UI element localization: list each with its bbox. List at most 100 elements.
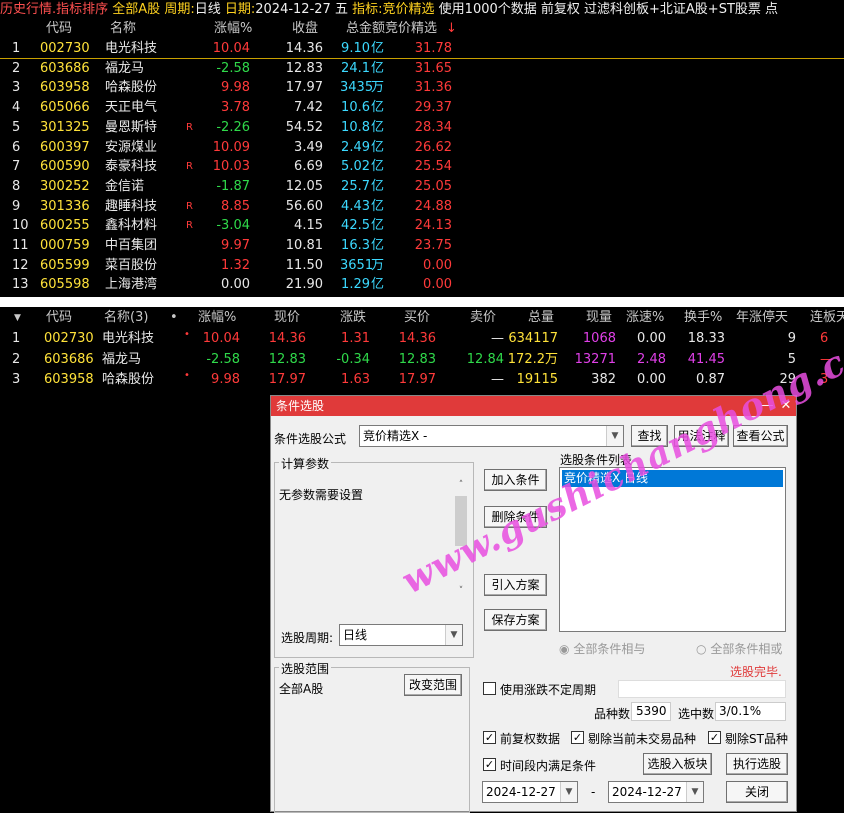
col-speed[interactable]: 涨速% <box>626 308 664 328</box>
save-scheme-button[interactable]: 保存方案 <box>484 609 547 631</box>
stock-code: 603686 <box>44 351 94 367</box>
chevron-down-icon[interactable]: ▼ <box>560 782 577 802</box>
table-row[interactable]: 8 300252 金信诺 -1.87 12.05 25.7 亿 25.05 <box>0 177 844 197</box>
period-select[interactable]: 日线 ▼ <box>339 624 463 646</box>
table-row[interactable]: 1 002730 电光科技 10.04 14.36 9.10 亿 31.78 <box>0 39 844 59</box>
col-lb[interactable]: 连板天 <box>810 308 844 328</box>
chevron-down-icon[interactable]: ▼ <box>445 625 462 645</box>
period-condition-checkbox[interactable]: ✓ <box>483 758 496 771</box>
scroll-up-icon[interactable]: ˄ <box>454 480 468 494</box>
st-checkbox[interactable]: ✓ <box>708 731 721 744</box>
col-name[interactable]: 名称 <box>110 19 136 39</box>
close-price: 6.69 <box>294 159 323 175</box>
col-ask[interactable]: 卖价 <box>470 308 496 328</box>
scroll-thumb[interactable] <box>455 496 467 546</box>
quote-table: ▼ 代码 名称(3) • 涨幅% 现价 涨跌 买价 卖价 总量 现量 涨速% 换… <box>0 308 844 398</box>
amount-value: 2.49 <box>341 139 370 155</box>
table-row[interactable]: 12 605599 菜百股份 1.32 11.50 3651 万 0.00 <box>0 256 844 276</box>
col-price[interactable]: 现价 <box>274 308 300 328</box>
scroll-down-icon[interactable]: ˅ <box>454 586 468 600</box>
indicator-score: 23.75 <box>414 238 452 253</box>
chevron-down-icon[interactable]: ▼ <box>606 426 623 446</box>
table-row[interactable]: 1 002730 电光科技 • 10.04 14.36 1.31 14.36—634117 10… <box>0 329 844 349</box>
add-condition-button[interactable]: 加入条件 <box>484 469 547 491</box>
fq-checkbox[interactable]: ✓ <box>483 731 496 744</box>
col-bid[interactable]: 买价 <box>404 308 430 328</box>
list-item[interactable]: 竞价精选X 日线 <box>562 470 783 487</box>
delete-condition-button[interactable]: 删除条件 <box>484 506 547 528</box>
col-close[interactable]: 收盘 <box>292 19 318 39</box>
params-text: 无参数需要设置 <box>279 488 364 502</box>
speed-pct: 0.00 <box>637 372 666 387</box>
col-pct[interactable]: 涨幅% <box>214 19 252 39</box>
current-volume: 1068 <box>582 331 616 346</box>
pct-change: 9.97 <box>221 238 250 253</box>
table-row[interactable]: 3 603958 哈森股份 • 9.98 17.97 1.63 17.97—19115 382 0… <box>0 370 844 390</box>
row-index: 10 <box>12 218 29 234</box>
col-score[interactable]: 竞价精选 <box>385 19 437 39</box>
condition-list[interactable]: 竞价精选X 日线 <box>559 467 786 632</box>
close-price: 4.15 <box>294 218 323 234</box>
close-button[interactable]: 关闭 <box>726 781 788 803</box>
table-row[interactable]: 10 600255 鑫科材料 R -3.04 4.15 42.5 亿 24.13 <box>0 216 844 236</box>
col-days[interactable]: 年涨停天 <box>736 308 788 328</box>
table-row[interactable]: 2 603686 福龙马 -2.58 12.83 24.1 亿 31.65 <box>0 59 844 79</box>
close-price: 3.49 <box>294 139 323 155</box>
col-pct[interactable]: 涨幅% <box>198 308 236 328</box>
find-button[interactable]: 查找 <box>631 425 668 447</box>
table-row[interactable]: 9 301336 趣睡科技 R 8.85 56.60 4.43 亿 24.88 <box>0 197 844 217</box>
close-icon[interactable]: ✕ <box>778 396 794 416</box>
col-vol[interactable]: 总量 <box>528 308 554 328</box>
indicator-score: 28.34 <box>414 119 452 135</box>
import-scheme-button[interactable]: 引入方案 <box>484 574 547 596</box>
radio-and[interactable]: ◉ 全部条件相与 <box>559 640 645 657</box>
ask-price: 12.84 <box>466 351 504 367</box>
col-cur[interactable]: 现量 <box>586 308 612 328</box>
table-row[interactable]: 2 603686 福龙马 -2.58 12.83 -0.34 12.83 12.84 172.2… <box>0 350 844 370</box>
radio-or[interactable]: ○ 全部条件相或 <box>696 640 782 657</box>
radio-icon[interactable]: ◉ <box>559 642 569 656</box>
table-row[interactable]: 5 301325 曼恩斯特 R -2.26 54.52 10.8 亿 28.34 <box>0 118 844 138</box>
table-row[interactable]: 13 605598 上海港湾 0.00 21.90 1.29 亿 0.00 <box>0 275 844 295</box>
add-to-block-button[interactable]: 选股入板块 <box>643 753 712 775</box>
minimize-icon[interactable]: — <box>759 396 775 416</box>
amount-unit: 万 <box>371 257 385 273</box>
col-name[interactable]: 名称(3) <box>104 308 148 328</box>
table-row[interactable]: 11 000759 中百集团 9.97 10.81 16.3 亿 23.75 <box>0 236 844 256</box>
untraded-checkbox[interactable]: ✓ <box>571 731 584 744</box>
usage-note-button[interactable]: 用法注释 <box>674 425 729 447</box>
col-turn[interactable]: 换手% <box>684 308 722 328</box>
run-screening-button[interactable]: 执行选股 <box>726 753 788 775</box>
table-row[interactable]: 7 600590 泰豪科技 R 10.03 6.69 5.02 亿 25.54 <box>0 157 844 177</box>
params-scrollbar[interactable]: ˄ ˅ <box>454 480 468 600</box>
untraded-label: 剔除当前未交易品种 <box>588 732 697 746</box>
dialog-title[interactable]: 条件选股 <box>271 396 796 416</box>
market-label[interactable]: 全部A股 <box>112 2 160 17</box>
total-volume: 19115 <box>516 372 558 387</box>
col-code[interactable]: 代码 <box>46 308 72 328</box>
table-row[interactable]: 3 603958 哈森股份 9.98 17.97 3435 万 31.36 <box>0 78 844 98</box>
uncertain-period-field[interactable] <box>618 680 786 698</box>
table-row[interactable]: 4 605066 天正电气 3.78 7.42 10.6 亿 29.37 <box>0 98 844 118</box>
amount-unit: 亿 <box>371 277 385 293</box>
col-amount[interactable]: 总金额 <box>346 19 385 39</box>
col-chg[interactable]: 涨跌 <box>340 308 366 328</box>
stock-name: 曼恩斯特 <box>105 119 158 135</box>
table-row[interactable]: 6 600397 安源煤业 10.09 3.49 2.49 亿 26.62 <box>0 138 844 158</box>
bid-price: 17.97 <box>398 372 436 387</box>
bid-price: 14.36 <box>398 331 436 346</box>
col-code[interactable]: 代码 <box>46 19 72 39</box>
data-note: 使用1000个数据 前复权 过滤科创板+北证A股+ST股票 点 <box>438 2 779 17</box>
uncertain-period-checkbox[interactable] <box>483 682 496 695</box>
date-from-field[interactable]: 2024-12-27 ▼ <box>482 781 578 803</box>
pct-change: 10.04 <box>202 331 240 346</box>
turnover-pct: 18.33 <box>687 331 725 346</box>
radio-icon[interactable]: ○ <box>696 642 706 656</box>
limit-up-days: 29 <box>779 372 796 387</box>
date-to-field[interactable]: 2024-12-27 ▼ <box>608 781 704 803</box>
chevron-down-icon[interactable]: ▼ <box>686 782 703 802</box>
stock-code: 600397 <box>40 139 90 155</box>
change-range-button[interactable]: 改变范围 <box>404 674 462 696</box>
formula-select[interactable]: 竞价精选X - ▼ <box>359 425 624 447</box>
view-formula-button[interactable]: 查看公式 <box>733 425 788 447</box>
